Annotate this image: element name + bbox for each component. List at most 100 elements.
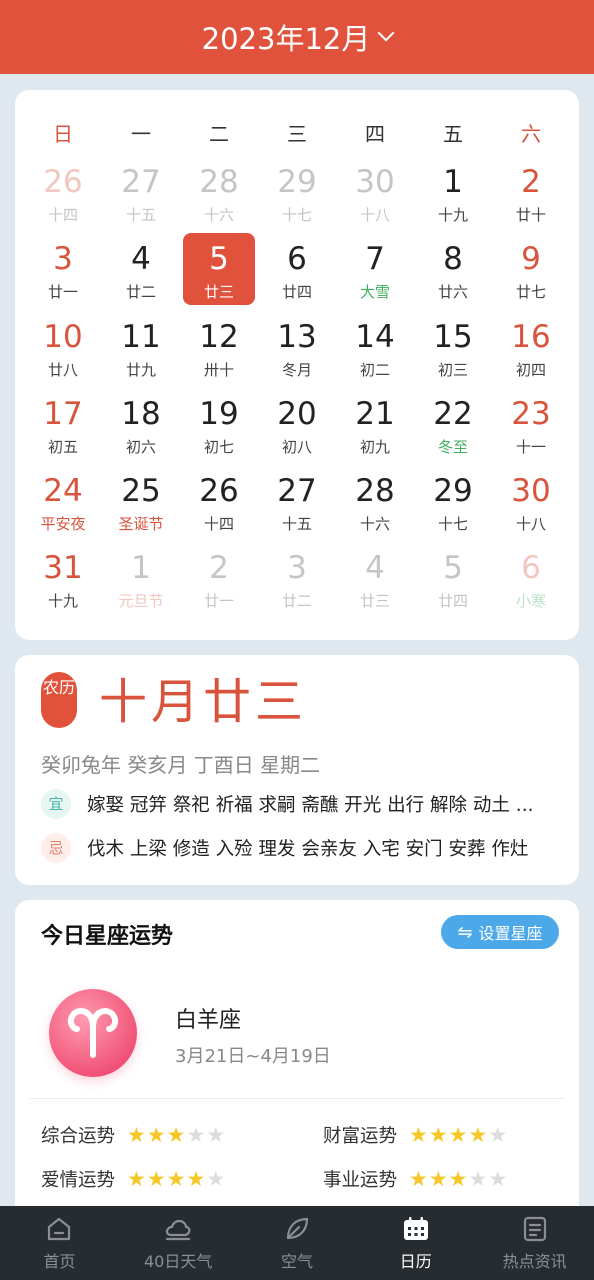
star-empty-icon: ★ (186, 1123, 207, 1147)
star-filled-icon: ★ (448, 1167, 469, 1191)
day-cell[interactable]: 13 冬月 (258, 319, 336, 396)
nav-news-label: 热点资讯 (502, 1252, 567, 1271)
day-cell[interactable]: 14 初二 (336, 319, 414, 396)
day-cell[interactable]: 22 冬至 (414, 396, 492, 473)
nav-40day-weather[interactable]: 40日天气 (119, 1206, 238, 1280)
day-cell[interactable]: 21 初九 (336, 396, 414, 473)
star-filled-icon: ★ (146, 1167, 167, 1191)
set-sign-button[interactable]: ⇋ 设置星座 (441, 915, 559, 949)
day-cell[interactable]: 4 廿三 (336, 550, 414, 627)
star-filled-icon: ★ (468, 1123, 489, 1147)
day-cell[interactable]: 3 廿二 (258, 550, 336, 627)
star-filled-icon: ★ (166, 1167, 187, 1191)
day-cell[interactable]: 12 卅十 (180, 319, 258, 396)
day-cell[interactable]: 6 小寒 (492, 550, 570, 627)
day-cell[interactable]: 2 廿一 (180, 550, 258, 627)
weekday-fri: 五 (443, 122, 463, 146)
day-cell[interactable]: 20 初八 (258, 396, 336, 473)
weekday-sun: 日 (53, 122, 73, 146)
star-filled-icon: ★ (127, 1167, 147, 1191)
nav-news[interactable]: 热点资讯 (475, 1206, 594, 1280)
star-empty-icon: ★ (206, 1167, 227, 1191)
day-cell[interactable]: 7 大雪 (336, 241, 414, 318)
yi-row[interactable]: 宜 嫁娶 冠笄 祭祀 祈福 求嗣 斋醮 开光 出行 解除 动土 ... (41, 789, 571, 819)
day-cell[interactable]: 6 廿四 (258, 241, 336, 318)
star-rating: ★★★★★ (127, 1123, 226, 1147)
bottom-nav: 首页 40日天气 空气 日历 热点资讯 (0, 1206, 594, 1280)
news-icon (523, 1216, 546, 1242)
star-empty-icon: ★ (206, 1123, 227, 1147)
day-cell[interactable]: 9 廿七 (492, 241, 570, 318)
day-cell[interactable]: 26 十四 (24, 164, 102, 241)
day-cell[interactable]: 3 廿一 (24, 241, 102, 318)
yi-text: 嫁娶 冠笄 祭祀 祈福 求嗣 斋醮 开光 出行 解除 动土 ... (87, 795, 534, 816)
day-cell[interactable]: 15 初三 (414, 319, 492, 396)
day-cell[interactable]: 2 廿十 (492, 164, 570, 241)
divider (30, 1098, 564, 1099)
ji-text: 伐木 上梁 修造 入殓 理发 会亲友 入宅 安门 安葬 作灶 (87, 839, 529, 860)
horoscope-title: 今日星座运势 (41, 924, 174, 949)
calendar-week: 26 十四 27 十五 28 十六 29 十七 30 十八 1 十九 2 廿十 (24, 164, 570, 241)
day-cell[interactable]: 10 廿八 (24, 319, 102, 396)
nav-home[interactable]: 首页 (0, 1206, 119, 1280)
day-cell[interactable]: 17 初五 (24, 396, 102, 473)
day-cell[interactable]: 4 廿二 (102, 241, 180, 318)
calendar-week: 10 廿八 11 廿九 12 卅十 13 冬月 14 初二 15 初三 16 初四 (24, 319, 570, 396)
weekday-header: 日 一 二 三 四 五 六 (15, 118, 579, 148)
day-cell[interactable]: 29 十七 (258, 164, 336, 241)
aries-icon (49, 989, 137, 1077)
cloud-icon (166, 1219, 191, 1241)
nav-calendar[interactable]: 日历 (356, 1206, 475, 1280)
lunar-date: 十月廿三 (99, 674, 308, 730)
fortune-wealth: 财富运势 ★★★★★ (323, 1123, 509, 1147)
sign-dates: 3月21日~4月19日 (175, 1046, 331, 1067)
day-cell[interactable]: 5 廿四 (414, 550, 492, 627)
set-sign-label: 设置星座 (478, 924, 543, 943)
lunar-card: 农历 十月廿三 癸卯兔年 癸亥月 丁酉日 星期二 宜 嫁娶 冠笄 祭祀 祈福 求… (15, 655, 579, 885)
day-cell[interactable]: 23 十一 (492, 396, 570, 473)
day-cell[interactable]: 1 元旦节 (102, 550, 180, 627)
day-cell[interactable]: 26 十四 (180, 473, 258, 550)
nav-home-label: 首页 (43, 1252, 76, 1271)
day-cell[interactable]: 1 十九 (414, 164, 492, 241)
day-cell[interactable]: 19 初七 (180, 396, 258, 473)
day-cell[interactable]: 11 廿九 (102, 319, 180, 396)
star-filled-icon: ★ (166, 1123, 187, 1147)
day-cell[interactable]: 8 廿六 (414, 241, 492, 318)
day-cell[interactable]: 18 初六 (102, 396, 180, 473)
nav-air-label: 空气 (280, 1252, 313, 1271)
day-cell[interactable]: 29 十七 (414, 473, 492, 550)
ji-row[interactable]: 忌 伐木 上梁 修造 入殓 理发 会亲友 入宅 安门 安葬 作灶 (41, 833, 571, 863)
star-filled-icon: ★ (409, 1123, 429, 1147)
month-selector[interactable]: 2023年12月 (0, 0, 594, 74)
day-cell[interactable]: 31 十九 (24, 550, 102, 627)
calendar-icon (403, 1217, 428, 1240)
day-cell[interactable]: 27 十五 (102, 164, 180, 241)
day-cell[interactable]: 28 十六 (180, 164, 258, 241)
weekday-mon: 一 (131, 122, 151, 146)
day-cell[interactable]: 16 初四 (492, 319, 570, 396)
calendar-week: 31 十九 1 元旦节 2 廿一 3 廿二 4 廿三 5 廿四 6 小寒 (24, 550, 570, 627)
star-filled-icon: ★ (127, 1123, 147, 1147)
fortune-overall: 综合运势 ★★★★★ (41, 1123, 227, 1147)
day-cell[interactable]: 30 十八 (336, 164, 414, 241)
calendar-card: 日 一 二 三 四 五 六 26 十四 27 十五 28 十六 29 十七 30 十八 1… (15, 90, 579, 640)
weekday-wed: 三 (287, 122, 307, 146)
lunar-badge: 农历 (41, 672, 77, 728)
star-rating: ★★★★★ (409, 1167, 508, 1191)
home-icon (48, 1217, 71, 1241)
nav-air[interactable]: 空气 (238, 1206, 357, 1280)
day-cell-selected[interactable]: 5 廿三 (180, 233, 258, 318)
calendar-week: 3 廿一 4 廿二 5 廿三 6 廿四 7 大雪 8 廿六 9 廿七 (24, 233, 570, 318)
day-cell[interactable]: 28 十六 (336, 473, 414, 550)
calendar-week: 17 初五 18 初六 19 初七 20 初八 21 初九 22 冬至 23 十一 (24, 396, 570, 473)
day-cell[interactable]: 27 十五 (258, 473, 336, 550)
weekday-tue: 二 (209, 122, 229, 146)
star-filled-icon: ★ (409, 1167, 429, 1191)
star-filled-icon: ★ (448, 1123, 469, 1147)
day-cell[interactable]: 30 十八 (492, 473, 570, 550)
star-empty-icon: ★ (488, 1123, 509, 1147)
day-cell[interactable]: 24 平安夜 (24, 473, 102, 550)
sign-name: 白羊座 (175, 1008, 242, 1033)
day-cell[interactable]: 25 圣诞节 (102, 473, 180, 550)
